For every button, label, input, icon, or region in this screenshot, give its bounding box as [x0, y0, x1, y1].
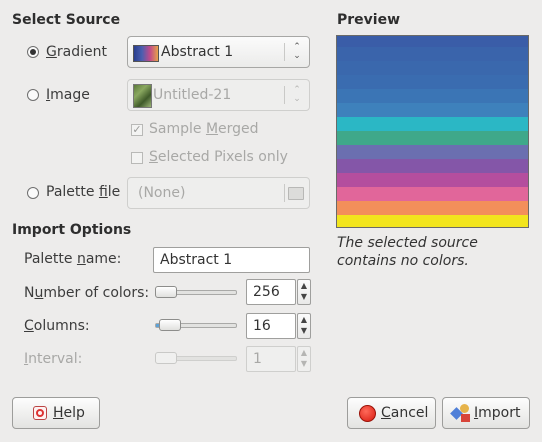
image-radio[interactable] [27, 89, 39, 101]
preview-color-band [337, 201, 528, 215]
image-select[interactable]: Untitled-21 ⌃ ⌄ [127, 79, 310, 111]
preview-color-band [337, 145, 528, 159]
interval-label: Interval: [24, 351, 83, 367]
interval-input[interactable]: 1 [246, 346, 296, 372]
import-button[interactable]: Import [442, 397, 530, 429]
cancel-button[interactable]: Cancel [347, 397, 436, 429]
preview-color-band [337, 103, 528, 117]
palette-file-chooser[interactable]: (None) [127, 177, 310, 209]
preview-color-stripes [337, 36, 528, 227]
columns-input[interactable]: 16 [246, 313, 296, 339]
help-lifebuoy-icon [33, 406, 47, 420]
select-source-heading: Select Source [12, 12, 121, 28]
image-select-value: Untitled-21 [153, 87, 232, 103]
preview-message: The selected source contains no colors. [337, 235, 478, 269]
preview-color-band [337, 187, 528, 201]
number-of-colors-label: Number of colors: [24, 285, 150, 301]
columns-spinner[interactable]: ▲ ▼ [297, 313, 311, 339]
preview-heading: Preview [337, 12, 401, 28]
columns-label: Columns: [24, 318, 90, 334]
help-button[interactable]: Help [12, 397, 100, 429]
preview-color-band [337, 89, 528, 103]
sample-merged-label[interactable]: Sample Merged [149, 121, 259, 137]
preview-color-band [337, 159, 528, 173]
preview-color-band [337, 75, 528, 89]
image-thumbnail-icon [133, 84, 152, 108]
image-label[interactable]: Image [46, 87, 90, 103]
preview-swatch-area [336, 35, 529, 228]
preview-color-band [337, 173, 528, 187]
palette-file-radio[interactable] [27, 187, 39, 199]
number-of-colors-slider-thumb[interactable] [155, 286, 177, 298]
gradient-select-value: Abstract 1 [161, 44, 234, 60]
gradient-radio[interactable] [27, 46, 39, 58]
sample-merged-checkbox[interactable]: ✓ [131, 124, 143, 136]
palette-name-label: Palette name: [24, 251, 122, 267]
interval-slider-thumb[interactable] [155, 352, 177, 364]
preview-color-band [337, 131, 528, 145]
preview-color-band [337, 117, 528, 131]
chevron-updown-icon: ⌃ ⌄ [293, 42, 301, 61]
import-options-heading: Import Options [12, 222, 132, 238]
preview-color-band [337, 36, 528, 47]
folder-icon [288, 187, 304, 200]
number-of-colors-spinner[interactable]: ▲ ▼ [297, 279, 311, 305]
number-of-colors-input[interactable]: 256 [246, 279, 296, 305]
chevron-updown-icon: ⌃ ⌄ [293, 85, 301, 104]
palette-name-input[interactable]: Abstract 1 [153, 247, 310, 273]
interval-spinner[interactable]: ▲ ▼ [297, 346, 311, 372]
selected-pixels-checkbox[interactable] [131, 152, 143, 164]
preview-color-band [337, 61, 528, 75]
import-shapes-icon [450, 404, 472, 423]
preview-color-band [337, 47, 528, 61]
cancel-button-label: Cancel [381, 405, 429, 421]
gradient-select[interactable]: Abstract 1 ⌃ ⌄ [127, 36, 310, 68]
gradient-label[interactable]: Gradient [46, 44, 107, 60]
preview-color-band [337, 215, 528, 227]
help-button-label: Help [53, 405, 85, 421]
import-button-label: Import [474, 405, 521, 421]
palette-file-label[interactable]: Palette file [46, 184, 120, 200]
columns-slider-thumb[interactable] [158, 319, 181, 331]
palette-file-value: (None) [138, 185, 186, 201]
selected-pixels-label[interactable]: Selected Pixels only [149, 149, 288, 165]
cancel-stop-icon [359, 405, 376, 422]
gradient-swatch-icon [133, 45, 159, 62]
